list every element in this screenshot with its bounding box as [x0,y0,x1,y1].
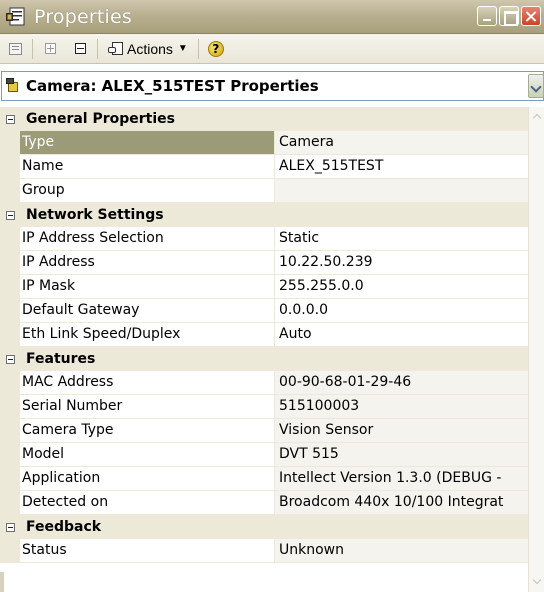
expand-all-icon [44,43,56,54]
property-value[interactable]: 255.255.0.0 [274,275,528,299]
property-value[interactable]: Vision Sensor [274,419,528,443]
toolbar-separator [97,38,98,59]
property-name: Camera Type [20,419,274,443]
property-row-mac-address[interactable]: MAC Address 00-90-68-01-29-46 [0,371,528,395]
window-titlebar[interactable]: Properties [0,0,544,34]
property-value[interactable]: Broadcom 440x 10/100 Integrat [274,491,528,515]
property-name: IP Mask [20,275,274,299]
category-label: Network Settings [26,207,164,223]
collapse-icon[interactable] [5,114,15,124]
actions-menu-button[interactable]: Actions ▼ [104,38,192,60]
toolbar-separator [197,38,199,59]
collapse-icon[interactable] [5,210,15,220]
object-selector[interactable]: Camera: ALEX_515TEST Properties [1,71,544,101]
property-value[interactable]: 515100003 [274,395,528,419]
property-row-camera-type[interactable]: Camera Type Vision Sensor [0,419,528,443]
scroll-down-icon[interactable] [530,574,544,590]
window-controls [477,6,541,26]
property-name: IP Address [20,251,274,275]
actions-icon [108,41,124,56]
help-icon: ? [207,40,224,57]
property-row-group[interactable]: Group [0,179,528,203]
property-name: Eth Link Speed/Duplex [20,323,274,347]
vertical-scrollbar[interactable] [528,107,544,592]
category-label: Feedback [26,519,102,535]
property-row-ip-address-selection[interactable]: IP Address Selection Static [0,227,528,251]
property-name: Name [20,155,274,179]
property-name: Default Gateway [20,299,274,323]
property-value[interactable] [274,179,528,203]
close-button[interactable] [521,6,541,26]
property-grid-empty-area [0,572,528,592]
property-value[interactable]: Camera [274,131,528,155]
property-value[interactable]: Auto [274,323,528,347]
property-name: Model [20,443,274,467]
property-name: Detected on [20,491,274,515]
scroll-up-icon[interactable] [530,109,544,125]
toolbar-separator [32,38,33,59]
categorized-view-icon [8,42,22,55]
property-value[interactable]: Unknown [274,539,528,563]
property-value[interactable]: 00-90-68-01-29-46 [274,371,528,395]
dropdown-arrow-icon: ▼ [177,43,188,54]
property-row-name[interactable]: Name ALEX_515TEST [0,155,528,179]
category-row-network-settings[interactable]: Network Settings [0,203,528,227]
property-row-model[interactable]: Model DVT 515 [0,443,528,467]
property-grid: General Properties Type Camera Name ALEX… [0,107,528,572]
panel-left-edge [0,572,4,592]
expand-all-button[interactable] [39,38,61,60]
category-label: General Properties [26,111,175,127]
category-row-features[interactable]: Features [0,347,528,371]
window-title: Properties [34,5,133,28]
property-row-detected-on[interactable]: Detected on Broadcom 440x 10/100 Integra… [0,491,528,515]
property-row-application[interactable]: Application Intellect Version 1.3.0 (DEB… [0,467,528,491]
object-selector-dropdown-button[interactable] [528,74,544,98]
property-name: Group [20,179,274,203]
properties-icon [6,7,28,27]
property-name: Serial Number [20,395,274,419]
property-value[interactable]: DVT 515 [274,443,528,467]
property-row-serial-number[interactable]: Serial Number 515100003 [0,395,528,419]
property-name: IP Address Selection [20,227,274,251]
minimize-button[interactable] [477,6,497,26]
camera-icon [6,78,22,94]
property-value[interactable]: 0.0.0.0 [274,299,528,323]
collapse-all-button[interactable] [69,38,91,60]
property-value[interactable]: ALEX_515TEST [274,155,528,179]
category-row-feedback[interactable]: Feedback [0,515,528,539]
category-label: Features [26,351,96,367]
help-button[interactable]: ? [205,38,227,60]
property-value[interactable]: Static [274,227,528,251]
categorized-view-button[interactable] [4,38,26,60]
property-name: Type [20,131,274,155]
property-row-type[interactable]: Type Camera [0,131,528,155]
property-row-default-gateway[interactable]: Default Gateway 0.0.0.0 [0,299,528,323]
actions-label: Actions [127,40,173,57]
collapse-icon[interactable] [5,354,15,364]
category-row-general-properties[interactable]: General Properties [0,107,528,131]
property-name: Application [20,467,274,491]
property-row-ip-mask[interactable]: IP Mask 255.255.0.0 [0,275,528,299]
property-value[interactable]: 10.22.50.239 [274,251,528,275]
property-row-ip-address[interactable]: IP Address 10.22.50.239 [0,251,528,275]
maximize-button[interactable] [499,6,519,26]
object-selector-label: Camera: ALEX_515TEST Properties [26,77,319,95]
property-row-eth-link-speed[interactable]: Eth Link Speed/Duplex Auto [0,323,528,347]
property-name: Status [20,539,274,563]
toolbar: Actions ▼ ? [0,34,544,64]
collapse-icon[interactable] [5,522,15,532]
property-name: MAC Address [20,371,274,395]
collapse-all-icon [74,43,86,54]
property-value[interactable]: Intellect Version 1.3.0 (DEBUG - [274,467,528,491]
property-row-status[interactable]: Status Unknown [0,539,528,563]
